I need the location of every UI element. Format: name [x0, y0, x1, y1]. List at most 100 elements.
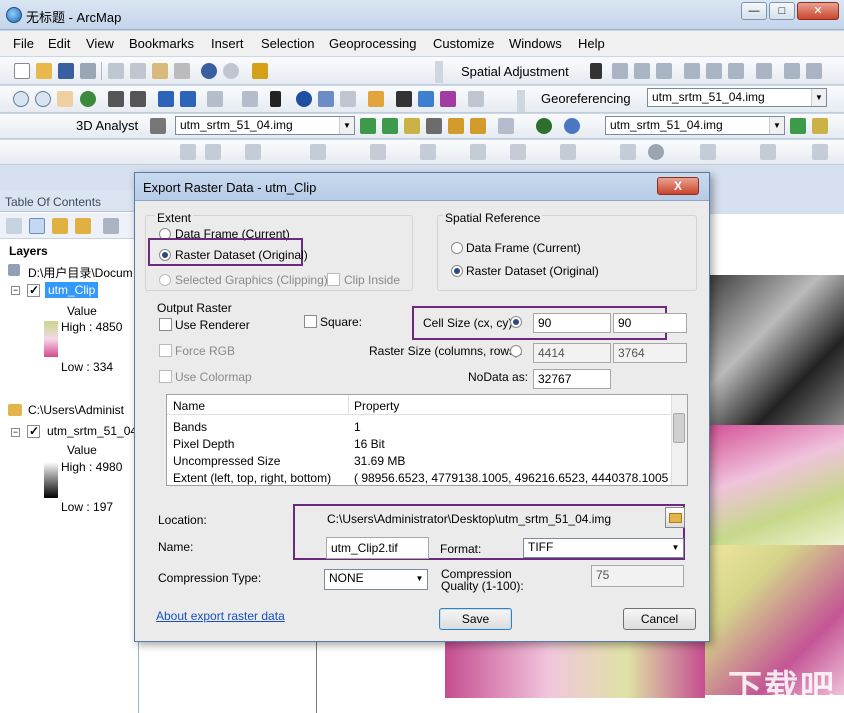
toolbar-grip[interactable] [517, 90, 525, 112]
menu-help[interactable]: Help [578, 36, 605, 51]
select-elements-icon[interactable] [270, 91, 281, 107]
menu-insert[interactable]: Insert [211, 36, 244, 51]
cancel-button[interactable]: Cancel [623, 608, 696, 630]
layer2-name[interactable]: utm_srtm_51_04 [47, 424, 137, 438]
cell-size-cx-input[interactable]: 90 [533, 313, 611, 333]
zoom-in-icon[interactable] [13, 91, 29, 107]
dialog-close-button[interactable]: X [657, 177, 699, 195]
list-by-selection-icon[interactable] [75, 218, 91, 234]
paste-icon[interactable] [152, 63, 168, 79]
html-popup-icon[interactable] [318, 91, 334, 107]
menu-customize[interactable]: Customize [433, 36, 494, 51]
new-displacement-link-icon[interactable] [612, 63, 628, 79]
save-icon[interactable] [58, 63, 74, 79]
topology-icon[interactable] [205, 144, 221, 160]
full-extent-globe-icon[interactable] [80, 91, 96, 107]
sketch-icon[interactable] [370, 144, 386, 160]
fillet-icon[interactable] [760, 144, 776, 160]
edit-tool-icon[interactable] [180, 144, 196, 160]
cell-size-radio[interactable] [510, 316, 522, 328]
contour-tool-icon[interactable] [790, 118, 806, 134]
3d-analyst-menu[interactable]: 3D Analyst [76, 118, 138, 133]
clear-selection-icon[interactable] [242, 91, 258, 107]
copy-icon[interactable] [130, 63, 146, 79]
name-input[interactable]: utm_Clip2.tif [326, 537, 429, 559]
interpolate-line-icon[interactable] [448, 118, 464, 134]
raster-columns-input[interactable]: 4414 [533, 343, 611, 363]
line-of-sight-icon[interactable] [404, 118, 420, 134]
modify-link-icon[interactable] [634, 63, 650, 79]
close-button[interactable]: ✕ [797, 2, 839, 20]
scrollbar-thumb[interactable] [673, 413, 685, 443]
identify-icon[interactable] [296, 91, 312, 107]
extent-raster-dataset-radio[interactable] [159, 249, 171, 261]
attributes-icon[interactable] [470, 144, 486, 160]
parcel-icon[interactable] [560, 144, 576, 160]
layer2-visibility-checkbox[interactable] [27, 424, 40, 438]
circle-tool-icon[interactable] [648, 144, 664, 160]
menu-view[interactable]: View [86, 36, 114, 51]
list-by-drawing-order-icon[interactable] [6, 218, 22, 234]
list-by-source-icon[interactable] [29, 218, 45, 234]
arcglobe-icon[interactable] [564, 118, 580, 134]
arcscene-globe-icon[interactable] [536, 118, 552, 134]
sr-data-frame-radio[interactable] [451, 242, 463, 254]
layer1-visibility-checkbox[interactable] [27, 283, 40, 297]
measure-icon[interactable] [340, 91, 356, 107]
georeferencing-menu[interactable]: Georeferencing [541, 91, 631, 106]
format-select[interactable]: TIFF ▼ [523, 538, 684, 558]
cogo-icon[interactable] [510, 144, 526, 160]
layer1-name[interactable]: utm_Clip [45, 282, 99, 298]
compression-type-select[interactable]: NONE ▼ [324, 569, 428, 590]
menu-selection[interactable]: Selection [261, 36, 314, 51]
histogram-icon[interactable] [812, 118, 828, 134]
list-by-visibility-icon[interactable] [52, 218, 68, 234]
compression-quality-input[interactable]: 75 [591, 565, 684, 587]
advanced-edit-icon[interactable] [620, 144, 636, 160]
pan-hand-icon[interactable] [57, 91, 73, 107]
minimize-button[interactable]: — [741, 2, 767, 20]
raster-rows-input[interactable]: 3764 [613, 343, 687, 363]
adjust-preview-icon[interactable] [706, 63, 722, 79]
menu-geoprocessing[interactable]: Geoprocessing [329, 36, 416, 51]
back-arrow-icon[interactable] [158, 91, 174, 107]
forward-arrow-icon[interactable] [180, 91, 196, 107]
profile-chart-icon[interactable] [498, 118, 514, 134]
multi-link-icon[interactable] [656, 63, 672, 79]
toolbar-grip[interactable] [435, 61, 443, 83]
clip-inside-checkbox[interactable] [327, 273, 340, 286]
save-button[interactable]: Save [439, 608, 512, 630]
add-data-icon[interactable] [252, 63, 268, 79]
generalize-icon[interactable] [700, 144, 716, 160]
spatial-adjustment-menu[interactable]: Spatial Adjustment [461, 64, 569, 79]
time-slider-icon[interactable] [468, 91, 484, 107]
cell-size-cy-input[interactable]: 90 [613, 313, 687, 333]
profile-graph-icon[interactable] [426, 118, 442, 134]
limited-adjust-icon[interactable] [784, 63, 800, 79]
identity-link-icon[interactable] [806, 63, 822, 79]
reshape-icon[interactable] [420, 144, 436, 160]
print-icon[interactable] [80, 63, 96, 79]
find-route-icon[interactable] [418, 91, 434, 107]
hammer-icon[interactable] [150, 118, 166, 134]
zoom-out-icon[interactable] [35, 91, 51, 107]
force-rgb-checkbox[interactable] [159, 344, 172, 357]
open-folder-icon[interactable] [36, 63, 52, 79]
contour-icon[interactable] [360, 118, 376, 134]
fixed-zoom-out-icon[interactable] [130, 91, 146, 107]
new-document-icon[interactable] [14, 63, 30, 79]
redo-icon[interactable] [223, 63, 239, 79]
edge-match-icon[interactable] [728, 63, 744, 79]
extent-selected-graphics-radio[interactable] [159, 274, 171, 286]
maximize-button[interactable]: □ [769, 2, 795, 20]
raster-size-radio[interactable] [510, 345, 522, 357]
menu-windows[interactable]: Windows [509, 36, 562, 51]
fixed-zoom-in-icon[interactable] [108, 91, 124, 107]
spatial-analyst-layer-select[interactable]: utm_srtm_51_04.img ▼ [605, 116, 785, 135]
menu-bookmarks[interactable]: Bookmarks [129, 36, 194, 51]
go-to-xy-icon[interactable] [440, 91, 456, 107]
collapse-icon[interactable]: − [11, 428, 20, 437]
cut-icon[interactable] [108, 63, 124, 79]
vertex-icon[interactable] [310, 144, 326, 160]
snapping-icon[interactable] [245, 144, 261, 160]
